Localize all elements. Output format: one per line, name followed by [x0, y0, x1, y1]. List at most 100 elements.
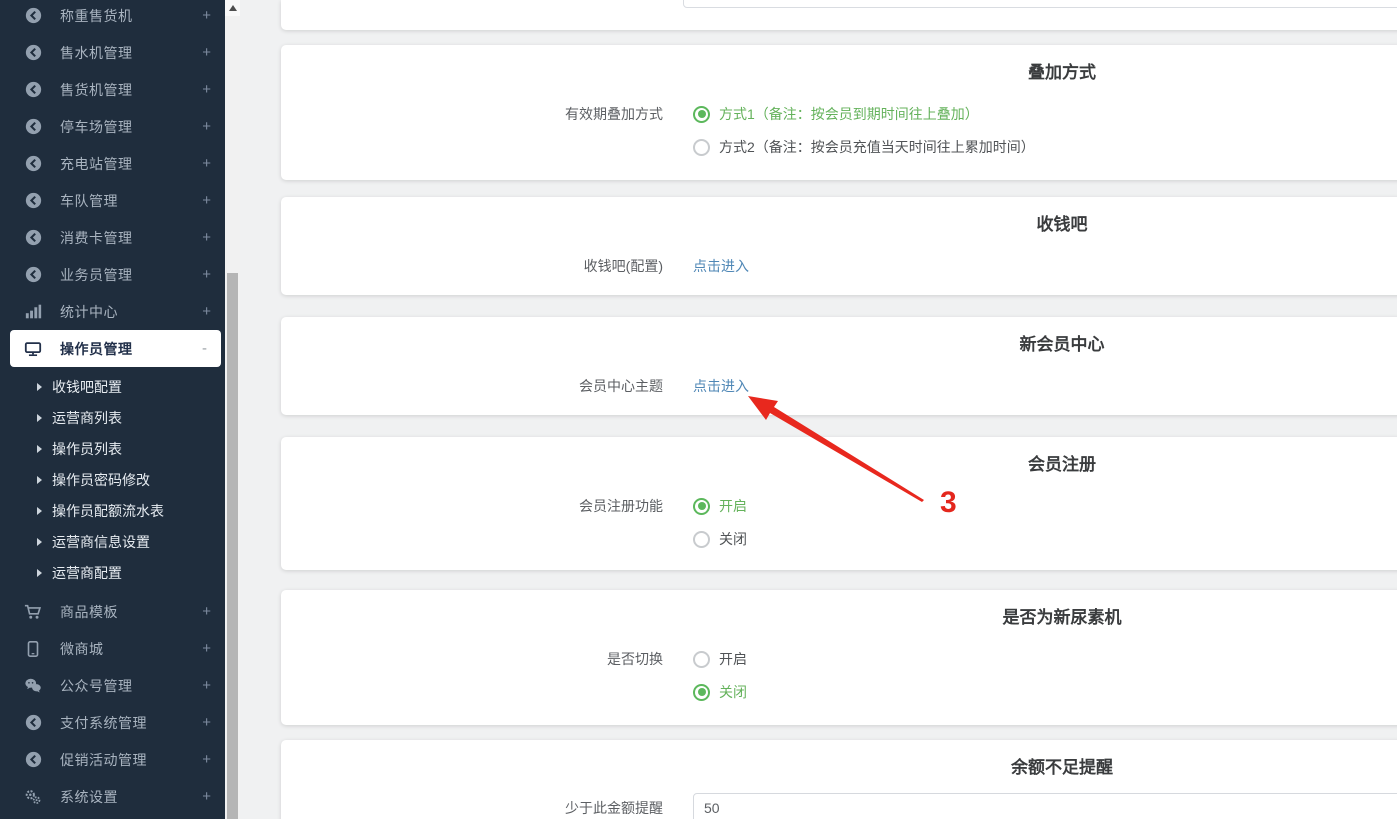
- subitem-label: 收钱吧配置: [52, 377, 122, 397]
- sidebar-item-operator-management[interactable]: 操作员管理 -: [10, 330, 221, 367]
- chevron-circle-left-icon: [24, 192, 42, 210]
- vertical-scrollbar[interactable]: [225, 0, 240, 819]
- radio-label[interactable]: 开启: [719, 649, 747, 669]
- expand-plus-icon[interactable]: +: [202, 44, 211, 61]
- sidebar-item-weighing-vending[interactable]: 称重售货机 +: [0, 0, 225, 34]
- card-partial-top: [281, 0, 1397, 30]
- caret-right-icon: [37, 476, 42, 484]
- sidebar-item-label: 称重售货机: [60, 6, 133, 26]
- sidebar-item-consumption-card[interactable]: 消费卡管理 +: [0, 219, 225, 256]
- card-title: 会员注册: [281, 437, 1397, 475]
- radio-disable[interactable]: [693, 684, 710, 701]
- sidebar-subitem-operator-info[interactable]: 运营商信息设置: [0, 526, 225, 557]
- sidebar-item-statistics[interactable]: 统计中心 +: [0, 293, 225, 330]
- sidebar-item-vending-machine[interactable]: 售货机管理 +: [0, 71, 225, 108]
- radio-label[interactable]: 开启: [719, 496, 747, 516]
- sidebar-subitem-operator-list-co[interactable]: 运营商列表: [0, 402, 225, 433]
- settings-content: 叠加方式 有效期叠加方式 方式1（备注：按会员到期时间往上叠加） 方式2（备注：…: [240, 0, 1397, 819]
- card-low-balance-alert: 余额不足提醒 少于此金额提醒: [281, 740, 1397, 819]
- collapse-minus-icon[interactable]: -: [202, 340, 207, 357]
- sidebar-item-label: 微商城: [60, 639, 104, 659]
- sidebar-item-fleet[interactable]: 车队管理 +: [0, 182, 225, 219]
- sidebar-item-promotion[interactable]: 促销活动管理 +: [0, 741, 225, 778]
- sidebar-subitem-shouqianba-config[interactable]: 收钱吧配置: [0, 371, 225, 402]
- expand-plus-icon[interactable]: +: [202, 640, 211, 657]
- desktop-icon: [24, 340, 42, 358]
- sidebar-item-system-settings[interactable]: 系统设置 +: [0, 778, 225, 815]
- caret-right-icon: [37, 383, 42, 391]
- wechat-icon: [24, 677, 42, 695]
- radio-enable[interactable]: [693, 498, 710, 515]
- subitem-label: 运营商信息设置: [52, 532, 150, 552]
- expand-plus-icon[interactable]: +: [202, 603, 211, 620]
- sidebar-item-official-account[interactable]: 公众号管理 +: [0, 667, 225, 704]
- radio-label[interactable]: 关闭: [719, 529, 747, 549]
- radio-enable[interactable]: [693, 651, 710, 668]
- radio-label[interactable]: 关闭: [719, 682, 747, 702]
- enter-link[interactable]: 点击进入: [693, 256, 749, 276]
- gears-icon: [24, 788, 42, 806]
- radio-label[interactable]: 方式2（备注：按会员充值当天时间往上累加时间）: [719, 137, 1035, 157]
- card-member-registration: 会员注册 会员注册功能 开启 关闭: [281, 437, 1397, 570]
- sidebar-item-water-vending[interactable]: 售水机管理 +: [0, 34, 225, 71]
- arrow-up-icon: [229, 5, 237, 11]
- radio-disable[interactable]: [693, 531, 710, 548]
- radio-mode1[interactable]: [693, 106, 710, 123]
- radio-label[interactable]: 方式1（备注：按会员到期时间往上叠加）: [719, 104, 979, 124]
- sidebar-item-label: 停车场管理: [60, 117, 133, 137]
- sidebar-subitem-operator-password[interactable]: 操作员密码修改: [0, 464, 225, 495]
- field-label: 会员中心主题: [281, 376, 663, 396]
- partial-text-input[interactable]: [683, 0, 1397, 8]
- caret-right-icon: [37, 538, 42, 546]
- sidebar-subitem-operator-list[interactable]: 操作员列表: [0, 433, 225, 464]
- expand-plus-icon[interactable]: +: [202, 788, 211, 805]
- tablet-icon: [24, 640, 42, 658]
- caret-right-icon: [37, 507, 42, 515]
- card-title: 叠加方式: [281, 45, 1397, 83]
- expand-plus-icon[interactable]: +: [202, 266, 211, 283]
- sidebar-item-label: 充电站管理: [60, 154, 133, 174]
- expand-plus-icon[interactable]: +: [202, 118, 211, 135]
- sidebar-item-label: 售水机管理: [60, 43, 133, 63]
- expand-plus-icon[interactable]: +: [202, 714, 211, 731]
- radio-mode2[interactable]: [693, 139, 710, 156]
- sidebar-subitem-quota-flow[interactable]: 操作员配额流水表: [0, 495, 225, 526]
- sidebar-item-label: 支付系统管理: [60, 713, 147, 733]
- sidebar-subitem-operator-config[interactable]: 运营商配置: [0, 557, 225, 588]
- chevron-circle-left-icon: [24, 229, 42, 247]
- chevron-circle-left-icon: [24, 44, 42, 62]
- sidebar-item-salesman[interactable]: 业务员管理 +: [0, 256, 225, 293]
- sidebar-item-label: 消费卡管理: [60, 228, 133, 248]
- alert-amount-input[interactable]: [693, 793, 1397, 819]
- expand-plus-icon[interactable]: +: [202, 751, 211, 768]
- scroll-up-button[interactable]: [225, 0, 240, 16]
- field-label: 是否切换: [281, 649, 663, 669]
- expand-plus-icon[interactable]: +: [202, 7, 211, 24]
- chevron-circle-left-icon: [24, 81, 42, 99]
- sidebar-item-label: 商品模板: [60, 602, 118, 622]
- sidebar-item-label: 售货机管理: [60, 80, 133, 100]
- field-label: 有效期叠加方式: [281, 104, 663, 124]
- enter-link[interactable]: 点击进入: [693, 376, 749, 396]
- sidebar-item-payment-system[interactable]: 支付系统管理 +: [0, 704, 225, 741]
- chevron-circle-left-icon: [24, 266, 42, 284]
- expand-plus-icon[interactable]: +: [202, 155, 211, 172]
- sidebar-item-micro-mall[interactable]: 微商城 +: [0, 630, 225, 667]
- annotation-number: 3: [940, 486, 957, 520]
- card-new-member-center: 新会员中心 会员中心主题 点击进入: [281, 317, 1397, 415]
- card-new-urea-machine: 是否为新尿素机 是否切换 开启 关闭: [281, 590, 1397, 725]
- expand-plus-icon[interactable]: +: [202, 81, 211, 98]
- sidebar-item-parking[interactable]: 停车场管理 +: [0, 108, 225, 145]
- caret-right-icon: [37, 569, 42, 577]
- expand-plus-icon[interactable]: +: [202, 677, 211, 694]
- sidebar-item-label: 操作员管理: [60, 339, 133, 359]
- sidebar-item-charging-station[interactable]: 充电站管理 +: [0, 145, 225, 182]
- chevron-circle-left-icon: [24, 751, 42, 769]
- scrollbar-thumb[interactable]: [227, 273, 238, 819]
- subitem-label: 操作员列表: [52, 439, 122, 459]
- sidebar-item-product-template[interactable]: 商品模板 +: [0, 593, 225, 630]
- expand-plus-icon[interactable]: +: [202, 192, 211, 209]
- expand-plus-icon[interactable]: +: [202, 303, 211, 320]
- subitem-label: 操作员密码修改: [52, 470, 150, 490]
- expand-plus-icon[interactable]: +: [202, 229, 211, 246]
